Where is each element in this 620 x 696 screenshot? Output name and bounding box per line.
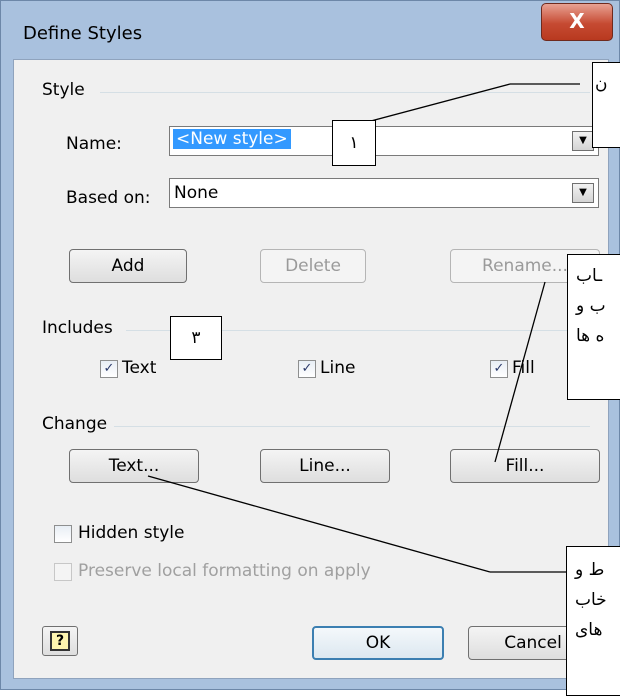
annotation-callout-fill-line3: ه ها [576,326,605,346]
annotation-callout-text: ط و خاب های [566,546,620,696]
based-on-label: Based on: [66,188,151,208]
annotation-callout-fill-line2: ب و [576,296,606,316]
include-text-label: Text [122,358,157,378]
dialog-body: Style Name: <New style> ▼ Based on: None… [13,59,609,679]
change-fill-button[interactable]: Fill... [450,449,600,483]
help-button[interactable]: ? [42,626,78,656]
dialog-title: Define Styles [23,23,143,44]
based-on-value: None [174,183,219,203]
define-styles-dialog: Define Styles X Style Name: <New style> … [0,0,620,690]
include-line-label: Line [320,358,356,378]
name-value: <New style> [173,129,291,149]
preserve-formatting-label: Preserve local formatting on apply [78,561,371,581]
include-text-checkbox[interactable]: ✓ [100,360,118,378]
close-icon: X [569,9,585,33]
delete-button[interactable]: Delete [260,249,366,283]
annotation-callout-top: ن [592,62,620,148]
includes-group-label: Includes [42,318,113,338]
ok-button[interactable]: OK [312,626,444,660]
change-text-button[interactable]: Text... [69,449,199,483]
include-fill-checkbox[interactable]: ✓ [490,360,508,378]
chevron-down-icon[interactable]: ▼ [572,183,594,203]
title-bar: Define Styles X [1,1,620,59]
close-button[interactable]: X [541,3,613,41]
style-group-label: Style [42,80,85,100]
add-button[interactable]: Add [69,249,187,283]
based-on-combobox[interactable]: None ▼ [169,178,599,208]
annotation-callout-text-line1: ط و [575,560,605,580]
annotation-callout-text-line3: های [575,620,603,640]
preserve-formatting-checkbox[interactable] [54,563,72,581]
annotation-callout-fill-line1: ـاب [576,266,603,286]
annotation-number-1-text: ١ [349,133,359,153]
hidden-style-label: Hidden style [78,523,185,543]
annotation-callout-top-line1: ن [595,74,608,94]
annotation-callout-fill: ـاب ب و ه ها [567,254,620,400]
change-group-divider [114,426,590,427]
change-group-label: Change [42,414,108,434]
annotation-number-3-text: ٣ [191,328,201,348]
style-group-divider [100,92,590,93]
annotation-callout-text-line2: خاب [575,590,607,610]
name-label: Name: [66,134,122,154]
chevron-down-icon[interactable]: ▼ [572,131,594,151]
name-combobox[interactable]: <New style> ▼ [169,126,599,156]
hidden-style-checkbox[interactable] [54,525,72,543]
annotation-number-1: ١ [332,120,376,166]
include-line-checkbox[interactable]: ✓ [298,360,316,378]
annotation-number-3: ٣ [170,316,222,360]
include-fill-label: Fill [512,358,535,378]
change-line-button[interactable]: Line... [260,449,390,483]
help-icon: ? [50,631,70,651]
